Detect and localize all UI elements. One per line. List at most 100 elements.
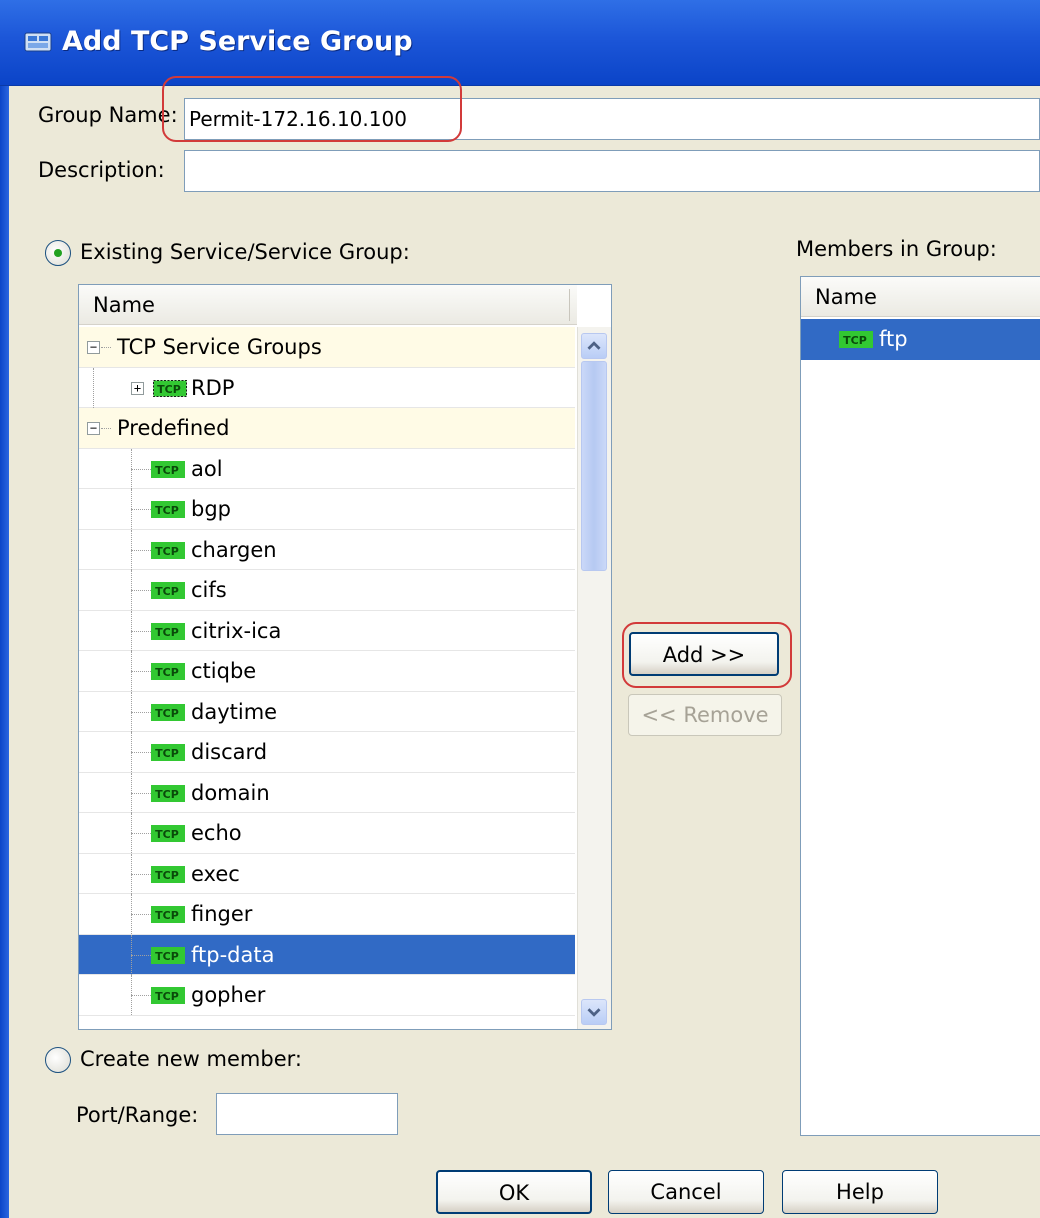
svg-text:TCP: TCP [155,788,179,801]
existing-services-list[interactable]: Name − TCP Service Groups + TCP RDP − Pr… [78,284,612,1030]
radio-selected-dot [54,249,62,257]
existing-name-column-header[interactable]: Name [79,285,577,325]
scroll-up-button[interactable] [581,333,607,359]
svg-text:TCP: TCP [155,545,179,558]
help-button[interactable]: Help [782,1170,938,1214]
tcp-icon: TCP [151,501,185,518]
tree-item-predefined[interactable]: TCP aol [79,448,575,489]
svg-text:TCP: TCP [155,707,179,720]
chevron-up-icon [587,341,601,350]
svg-text:TCP: TCP [155,747,179,760]
tree-connector [131,873,151,875]
tree-item-label: ftp-data [191,942,275,967]
tree-connector [131,792,151,794]
tree-connector [131,711,151,713]
tree-item-label: gopher [191,983,266,1007]
tree-connector [131,995,151,996]
tree-item-label: ctiqbe [191,659,257,683]
tcp-icon: TCP [151,987,185,1004]
cancel-button[interactable]: Cancel [608,1170,764,1214]
svg-text:TCP: TCP [843,334,867,347]
scroll-thumb[interactable] [581,361,607,571]
tree-connector [131,914,151,915]
tree-item-predefined[interactable]: TCP echo [79,813,575,854]
collapse-icon[interactable]: − [87,422,100,435]
port-range-input[interactable] [216,1093,398,1135]
service-group-icon [24,32,52,52]
tree-connector [131,509,151,510]
add-button[interactable]: Add >> [629,632,779,676]
tcp-icon: TCP [151,460,185,478]
expand-icon[interactable]: + [131,381,144,395]
ok-button[interactable]: OK [436,1170,592,1214]
tree-item-predefined[interactable]: TCP bgp [79,489,575,530]
create-new-member-radio[interactable] [45,1047,71,1073]
tree-item-predefined[interactable]: TCP discard [79,732,575,773]
tree-group-label: Predefined [117,416,230,440]
chevron-down-icon [587,1008,601,1017]
group-name-highlight [162,76,462,142]
description-input[interactable] [184,150,1040,192]
tree-item-rdp[interactable]: + TCP RDP [79,367,575,408]
tcp-icon: TCP [839,331,873,348]
port-range-label: Port/Range: [76,1103,199,1127]
tree-connector [101,428,111,429]
svg-text:TCP: TCP [155,464,179,477]
svg-text:TCP: TCP [155,666,179,679]
tree-connector [131,752,151,753]
svg-text:TCP: TCP [155,626,179,639]
tree-item-predefined[interactable]: TCP cifs [79,570,575,611]
existing-service-radio[interactable] [45,240,71,266]
tree-item-predefined[interactable]: TCP ctiqbe [79,651,575,692]
tree-item-predefined[interactable]: TCP citrix-ica [79,610,575,651]
tree-connector [101,347,111,348]
tree-item-label: echo [191,821,242,845]
tree-group-predefined[interactable]: − Predefined [79,408,575,449]
tcp-icon: TCP [151,946,185,964]
collapse-icon[interactable]: − [87,341,100,354]
tcp-icon: TCP [151,622,185,640]
tree-item-predefined[interactable]: TCP chargen [79,529,575,570]
tree-item-predefined[interactable]: TCP ftp-data [79,934,575,975]
tree-item-label: discard [191,740,268,764]
tree-item-label: RDP [191,375,235,400]
tcp-icon: TCP [151,825,185,842]
tcp-icon: TCP [151,744,185,761]
tcp-icon: TCP [151,906,185,923]
tree-connector [131,468,151,470]
member-item-label: ftp [879,327,908,351]
member-item-ftp[interactable]: TCP ftp [801,319,1040,360]
tcp-icon: TCP [151,541,185,559]
tree-connector [131,954,151,956]
remove-button[interactable]: << Remove [628,694,782,736]
svg-text:TCP: TCP [155,909,179,922]
svg-text:TCP: TCP [155,504,179,517]
tree-item-label: citrix-ica [191,618,282,643]
svg-text:TCP: TCP [155,828,179,841]
existing-list-scrollbar[interactable] [577,327,611,1029]
tcp-icon: TCP [151,865,185,883]
tree-item-predefined[interactable]: TCP daytime [79,691,575,732]
create-new-member-label: Create new member: [80,1047,302,1071]
tree-item-predefined[interactable]: TCP domain [79,772,575,813]
svg-text:TCP: TCP [155,950,179,963]
tcp-icon: TCP [151,582,185,599]
svg-text:TCP: TCP [155,869,179,882]
tree-connector [93,367,94,408]
title-bar[interactable]: Add TCP Service Group [0,0,1040,86]
tree-connector [131,549,151,551]
window-frame [0,86,9,1218]
tree-item-label: exec [191,861,240,886]
scroll-down-button[interactable] [581,999,607,1025]
svg-text:TCP: TCP [155,990,179,1003]
tree-group-tcp-service-groups[interactable]: − TCP Service Groups [79,327,575,368]
service-tree: − TCP Service Groups + TCP RDP − Predefi… [79,327,575,1029]
tcp-icon: TCP [151,784,185,802]
tree-item-predefined[interactable]: TCP finger [79,894,575,935]
tree-item-predefined[interactable]: TCP gopher [79,975,575,1016]
members-label: Members in Group: [796,237,997,261]
members-name-column-header[interactable]: Name [801,277,1040,317]
members-list[interactable]: Name TCP ftp [800,276,1040,1136]
svg-text:TCP: TCP [157,383,181,396]
tree-item-predefined[interactable]: TCP exec [79,853,575,894]
